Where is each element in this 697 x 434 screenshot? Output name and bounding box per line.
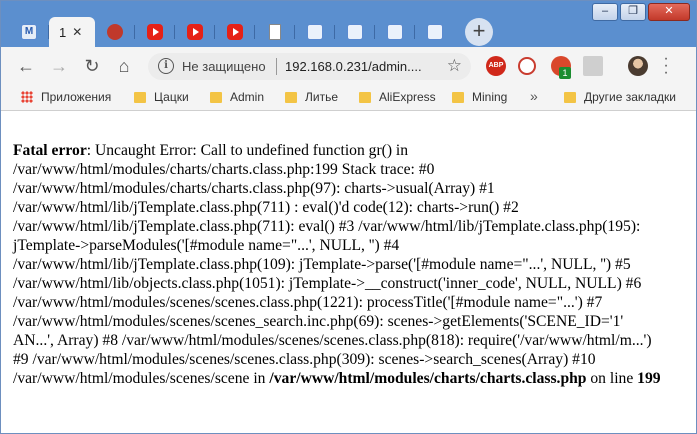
tab[interactable] [415, 17, 455, 47]
bookmark-label: Admin [230, 90, 265, 104]
error-text: : Uncaught Error: Call to undefined func… [86, 142, 409, 159]
browser-window: – ❐ ✕ M 1 ✕ + ← → ↻ ⌂ i Не защищено 192.… [0, 0, 697, 434]
tab-strip: – ❐ ✕ M 1 ✕ + [1, 1, 696, 47]
folder-icon [452, 91, 464, 103]
bookmark-label: Цацки [154, 90, 189, 104]
error-label: Fatal error [13, 142, 87, 159]
folder-icon [210, 91, 222, 103]
extension-badge: 1 [559, 67, 571, 79]
error-line: /var/www/html/lib/jTemplate.class.php(71… [13, 218, 641, 235]
info-icon[interactable]: i [158, 58, 174, 74]
tab-title: 1 [59, 24, 67, 40]
error-text: on line [586, 370, 638, 387]
m-icon: M [21, 24, 37, 40]
bookmark-star-icon[interactable]: ☆ [447, 56, 462, 76]
folder-icon [564, 91, 576, 103]
pr-icon [387, 24, 403, 40]
tab-active[interactable]: 1 ✕ [49, 17, 95, 47]
error-message: Fatal error: Uncaught Error: Call to und… [13, 141, 689, 388]
youtube-icon [227, 24, 243, 40]
bookmarks-bar: Приложения Цацки Admin Литье AliExpress … [1, 85, 696, 111]
error-line: /var/www/html/modules/charts/charts.clas… [13, 180, 495, 197]
minimize-button[interactable]: – [592, 3, 618, 21]
reload-icon[interactable]: ↻ [81, 55, 103, 77]
bookmark-item[interactable]: Mining [452, 90, 507, 104]
maximize-button[interactable]: ❐ [620, 3, 646, 21]
tab[interactable] [295, 17, 335, 47]
apps-icon [21, 91, 33, 103]
error-line: #9 /var/www/html/modules/scenes/scenes.c… [13, 351, 596, 368]
divider [276, 58, 277, 75]
error-line: jTemplate->parseModules('[#module name="… [13, 237, 400, 254]
error-line: /var/www/html/lib/jTemplate.class.php(71… [13, 199, 519, 216]
chevron-right-icon[interactable]: » [530, 88, 538, 104]
adblock-icon[interactable]: ABP [486, 56, 506, 76]
document-icon [269, 24, 281, 40]
gear-red-icon [107, 24, 123, 40]
close-icon[interactable]: ✕ [72, 25, 82, 39]
tab-list: M 1 ✕ + [9, 17, 493, 47]
youtube-icon [187, 24, 203, 40]
home-icon[interactable]: ⌂ [113, 55, 135, 77]
folder-icon [359, 91, 371, 103]
bookmark-item[interactable]: Цацки [134, 90, 189, 104]
bookmark-label: AliExpress [379, 90, 436, 104]
tab[interactable] [95, 17, 135, 47]
bookmark-item[interactable]: Литье [285, 90, 338, 104]
pr-icon [307, 24, 323, 40]
error-line-number: 199 [637, 370, 661, 387]
address-bar[interactable]: i Не защищено 192.168.0.231/admin.... ☆ [148, 53, 471, 80]
folder-icon [134, 91, 146, 103]
bookmark-item[interactable]: AliExpress [359, 90, 436, 104]
tab[interactable] [175, 17, 215, 47]
bookmark-label: Приложения [41, 90, 112, 104]
folder-icon [285, 91, 297, 103]
youtube-icon [147, 24, 163, 40]
error-line: /var/www/html/modules/charts/charts.clas… [13, 161, 435, 178]
error-file: /var/www/html/modules/charts/charts.clas… [269, 370, 587, 387]
toolbar: ← → ↻ ⌂ i Не защищено 192.168.0.231/admi… [1, 47, 696, 85]
avatar[interactable] [628, 56, 648, 76]
tab[interactable] [255, 17, 295, 47]
error-line: /var/www/html/lib/jTemplate.class.php(10… [13, 256, 631, 273]
pr-icon [347, 24, 363, 40]
bookmark-other[interactable]: Другие закладки [564, 90, 676, 104]
bookmark-label: Другие закладки [584, 90, 676, 104]
error-line: Fatal error: Uncaught Error: Call to und… [13, 141, 689, 160]
error-line: /var/www/html/lib/objects.class.php(1051… [13, 275, 642, 292]
tab[interactable] [135, 17, 175, 47]
bookmark-label: Mining [472, 90, 508, 104]
window-controls: – ❐ ✕ [592, 3, 690, 21]
bookmark-apps[interactable]: Приложения [21, 90, 111, 104]
url-text[interactable]: 192.168.0.231/admin.... [285, 59, 422, 74]
tab[interactable] [215, 17, 255, 47]
tab[interactable] [335, 17, 375, 47]
pdf-icon[interactable] [583, 56, 603, 76]
error-text: /var/www/html/modules/scenes/scene in [13, 370, 270, 387]
cast-icon[interactable] [518, 57, 536, 75]
tab[interactable] [375, 17, 415, 47]
forward-arrow-icon[interactable]: → [48, 55, 70, 77]
error-line: /var/www/html/modules/scenes/scenes_sear… [13, 313, 624, 330]
close-window-button[interactable]: ✕ [648, 3, 690, 21]
error-line: AN...', Array) #8 /var/www/html/modules/… [13, 332, 652, 349]
security-status: Не защищено [182, 59, 266, 74]
error-line: /var/www/html/modules/scenes/scenes.clas… [13, 294, 603, 311]
error-line: /var/www/html/modules/scenes/scene in /v… [13, 369, 689, 388]
tab[interactable]: M [9, 17, 49, 47]
bookmark-label: Литье [305, 90, 338, 104]
new-tab-button[interactable]: + [465, 18, 493, 46]
pr-icon [427, 24, 443, 40]
bookmark-item[interactable]: Admin [210, 90, 264, 104]
back-arrow-icon[interactable]: ← [15, 55, 37, 77]
menu-icon[interactable]: · · · [661, 51, 671, 81]
